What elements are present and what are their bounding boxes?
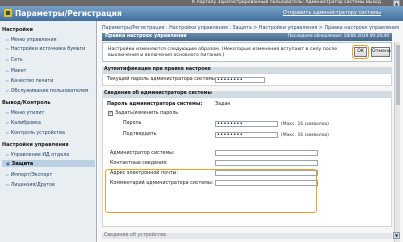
admin-info-highlight [105,169,317,213]
main-scrollbar[interactable] [394,42,400,242]
sidebar-item-department-id[interactable]: ▫ Управление ИД отдела [6,152,69,158]
password-label: Пароль [123,121,142,126]
arrow-right-icon: ■ [6,161,10,166]
current-password-input[interactable]: •••••••• [215,77,265,83]
sidebar-item-security[interactable]: ■ Защита [2,160,95,167]
arrow-right-icon: ▫ [6,120,9,125]
sidebar-section-settings: Настройки [2,27,33,33]
arrow-right-icon: ▫ [6,182,9,187]
confirm-password-max-note: (Макс. 16 символов) [281,133,329,138]
scrollbar-thumb[interactable] [396,45,400,105]
top-bar-text: К порталу Зарегистрированный пользовател… [192,0,381,5]
sidebar-item-license-other[interactable]: ▫ Лицензия/Другое [6,182,55,188]
scroll-down-button[interactable]: ▼ [393,232,400,239]
send-to-admin-link[interactable]: Отправить администратору системы [283,8,381,19]
password-max-note: (Макс. 16 символов) [281,122,329,127]
last-updated: Последнее обновление: 18/06 2019 00:26:4… [287,34,389,39]
sidebar-section-management: Настройки управления [2,142,69,148]
change-password-label: Задать/изменить пароль [115,111,179,116]
app-logo-icon [4,9,12,17]
arrow-right-icon: ▫ [6,78,9,83]
sidebar-item-management-menu[interactable]: ▫ Меню управления [6,37,56,43]
auth-section: Текущий пароль администратора системы: •… [102,73,392,86]
sidebar-item-print-quality[interactable]: ▫ Качество печати [6,78,53,84]
arrow-right-icon: ▫ [6,37,9,42]
password-input[interactable]: •••••••• [215,121,278,127]
arrow-right-icon: ▫ [6,57,9,62]
arrow-right-icon: ▫ [6,46,9,51]
confirm-password-input[interactable]: •••••••• [215,132,278,138]
arrow-right-icon: ▫ [6,110,9,115]
sidebar-item-import-export[interactable]: ▫ Импорт/Экспорт [6,172,52,178]
change-password-checkbox[interactable]: ✓ [108,111,113,116]
admin-password-status: Задан [215,102,231,107]
sidebar-item-device-control[interactable]: ▫ Контроль устройства [6,130,65,136]
header: Параметры/Регистрация Отправить админист… [0,6,403,21]
sidebar-item-utility-menu[interactable]: ▫ Меню утилит [6,110,44,116]
sidebar-item-paper-source[interactable]: ▫ Настройки источника бумаги [6,46,85,52]
arrow-right-icon: ▫ [6,88,9,93]
admin-name-label: Администратор системы: [110,151,175,156]
section-title: Правка настроек управления [105,34,187,39]
main-content: Параметры/Регистрация : Настройки управл… [98,21,403,242]
confirm-password-label: Подтвердить [123,132,157,137]
sidebar-item-calibration[interactable]: ▫ Калибровка [6,120,41,126]
cancel-button[interactable]: Отмена [371,47,391,57]
device-info-section-header: Сведения об устройстве [102,233,392,239]
page-title: Параметры/Регистрация [15,9,122,18]
contact-label: Контактные сведения: [110,161,168,166]
contact-input[interactable] [215,160,318,166]
breadcrumb[interactable]: Параметры/Регистрация : Настройки управл… [102,26,399,31]
arrow-right-icon: ▫ [6,172,9,177]
admin-password-label: Пароль администратора системы: [107,102,203,107]
admin-name-input[interactable] [215,150,318,156]
current-password-label: Текущий пароль администратора системы: [107,77,218,82]
arrow-right-icon: ▫ [6,68,9,73]
sidebar: Настройки ▫ Меню управления ▫ Настройки ис… [0,21,97,242]
sidebar-item-layout[interactable]: ▫ Макет [6,68,26,74]
sidebar-item-network[interactable]: ▫ Сеть [6,57,23,63]
arrow-right-icon: ▫ [6,152,9,157]
dialog-message: Настройки изменяются следующим образом. … [108,47,338,58]
sidebar-item-user-maintenance[interactable]: ▫ Обслуживание пользователем [6,88,89,94]
section-titlebar: Правка настроек управления Последнее обн… [102,33,392,41]
sidebar-section-output: Вывод/Контроль [2,100,51,106]
arrow-right-icon: ▫ [6,130,9,135]
ok-button[interactable]: OK [354,47,367,57]
confirm-dialog: Настройки изменяются следующим образом. … [102,42,392,62]
